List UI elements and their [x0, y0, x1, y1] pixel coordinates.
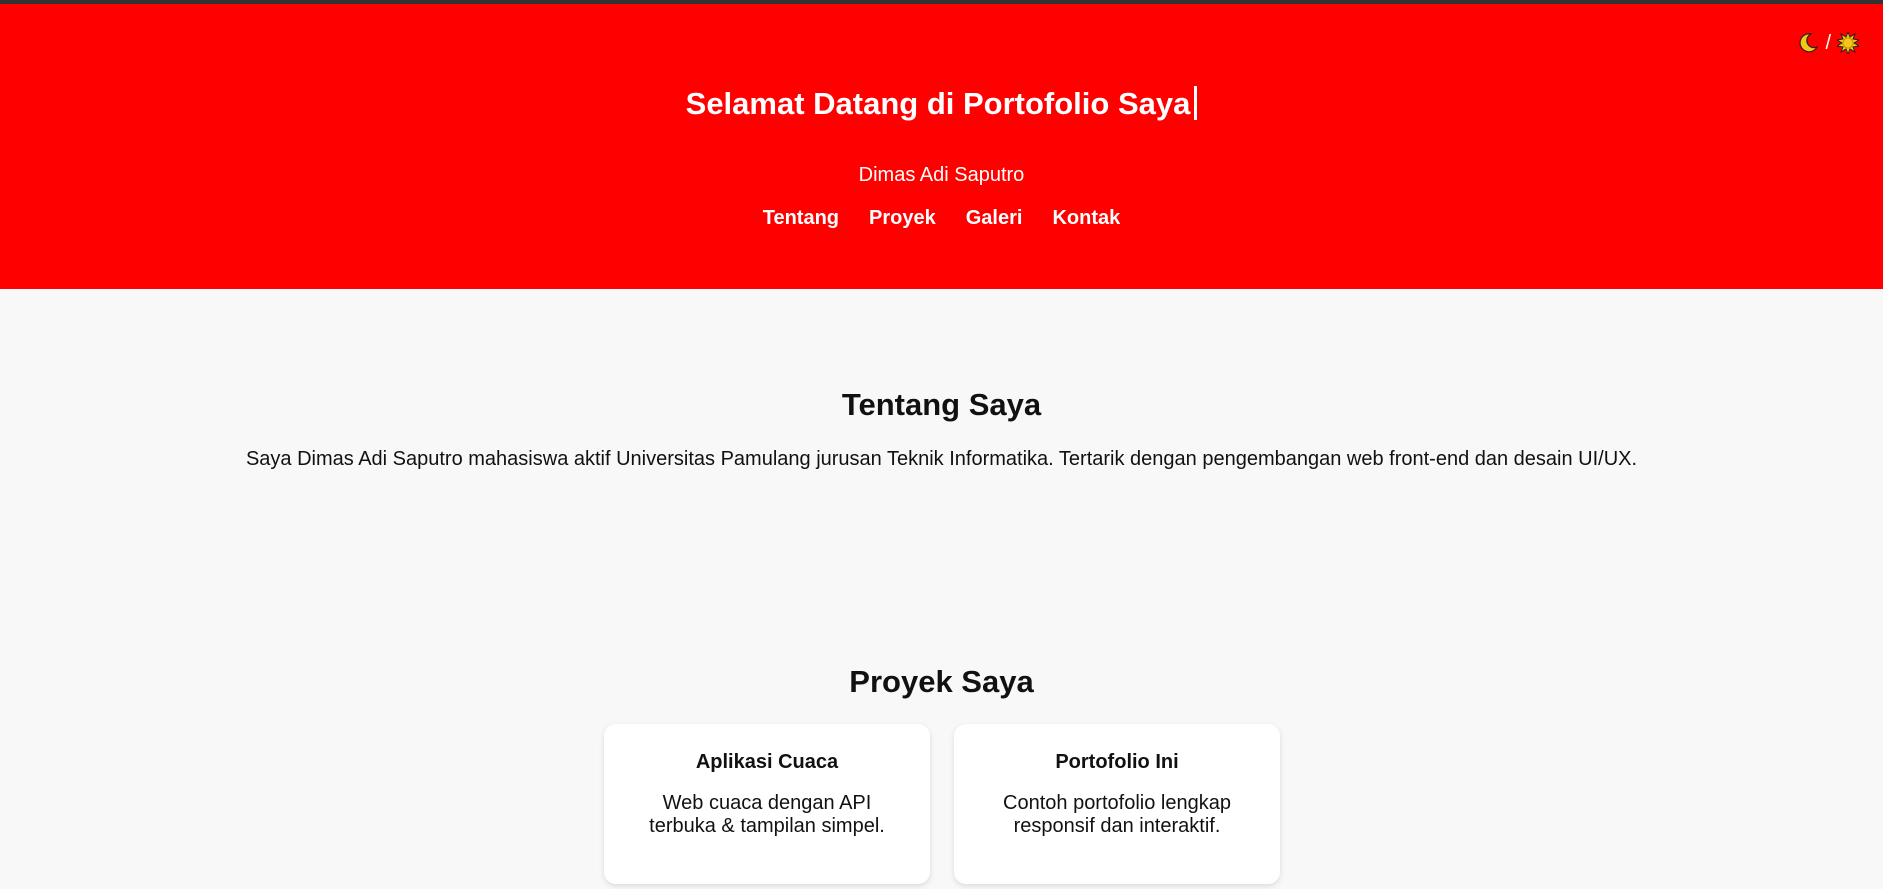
nav-link-galeri[interactable]: Galeri: [966, 206, 1023, 230]
project-card-description-line: Web cuaca dengan API: [662, 792, 872, 814]
nav-link-kontak[interactable]: Kontak: [1052, 206, 1120, 230]
project-card-weather[interactable]: Aplikasi Cuaca Web cuaca dengan API terb…: [604, 724, 930, 884]
project-card-title: Aplikasi Cuaca: [695, 751, 839, 773]
project-card-description-line: Contoh portofolio lengkap: [1003, 792, 1231, 814]
page-title: Selamat Datang di Portofolio Saya: [0, 84, 1883, 124]
toggle-separator: /: [1825, 32, 1831, 54]
moon-icon: [1797, 32, 1819, 54]
sun-icon: [1835, 30, 1861, 56]
nav-link-tentang[interactable]: Tentang: [763, 206, 839, 230]
page-title-text: Selamat Datang di Portofolio Saya: [685, 86, 1191, 121]
project-card-description: Web cuaca dengan API terbuka & tampilan …: [634, 792, 900, 838]
about-title: Tentang Saya: [841, 387, 1042, 422]
author-name: Dimas Adi Saputro: [858, 164, 1025, 186]
about-text: Saya Dimas Adi Saputro mahasiswa aktif U…: [245, 448, 1638, 470]
project-card-description-line: responsif dan interaktif.: [1013, 815, 1221, 837]
projects-title: Proyek Saya: [849, 664, 1034, 699]
main-nav: Tentang Proyek Galeri Kontak: [0, 206, 1883, 230]
project-card-description-line: terbuka & tampilan simpel.: [649, 815, 885, 837]
theme-toggle-button[interactable]: /: [1797, 30, 1861, 56]
typing-cursor: [1194, 86, 1198, 120]
project-card-description: Contoh portofolio lengkap responsif dan …: [984, 792, 1250, 838]
project-card-portfolio[interactable]: Portofolio Ini Contoh portofolio lengkap…: [954, 724, 1280, 884]
hero-header: / Selamat Datang di Portofolio Saya Dima…: [0, 4, 1883, 289]
project-card-title: Portofolio Ini: [1055, 751, 1179, 773]
nav-link-proyek[interactable]: Proyek: [869, 206, 936, 230]
